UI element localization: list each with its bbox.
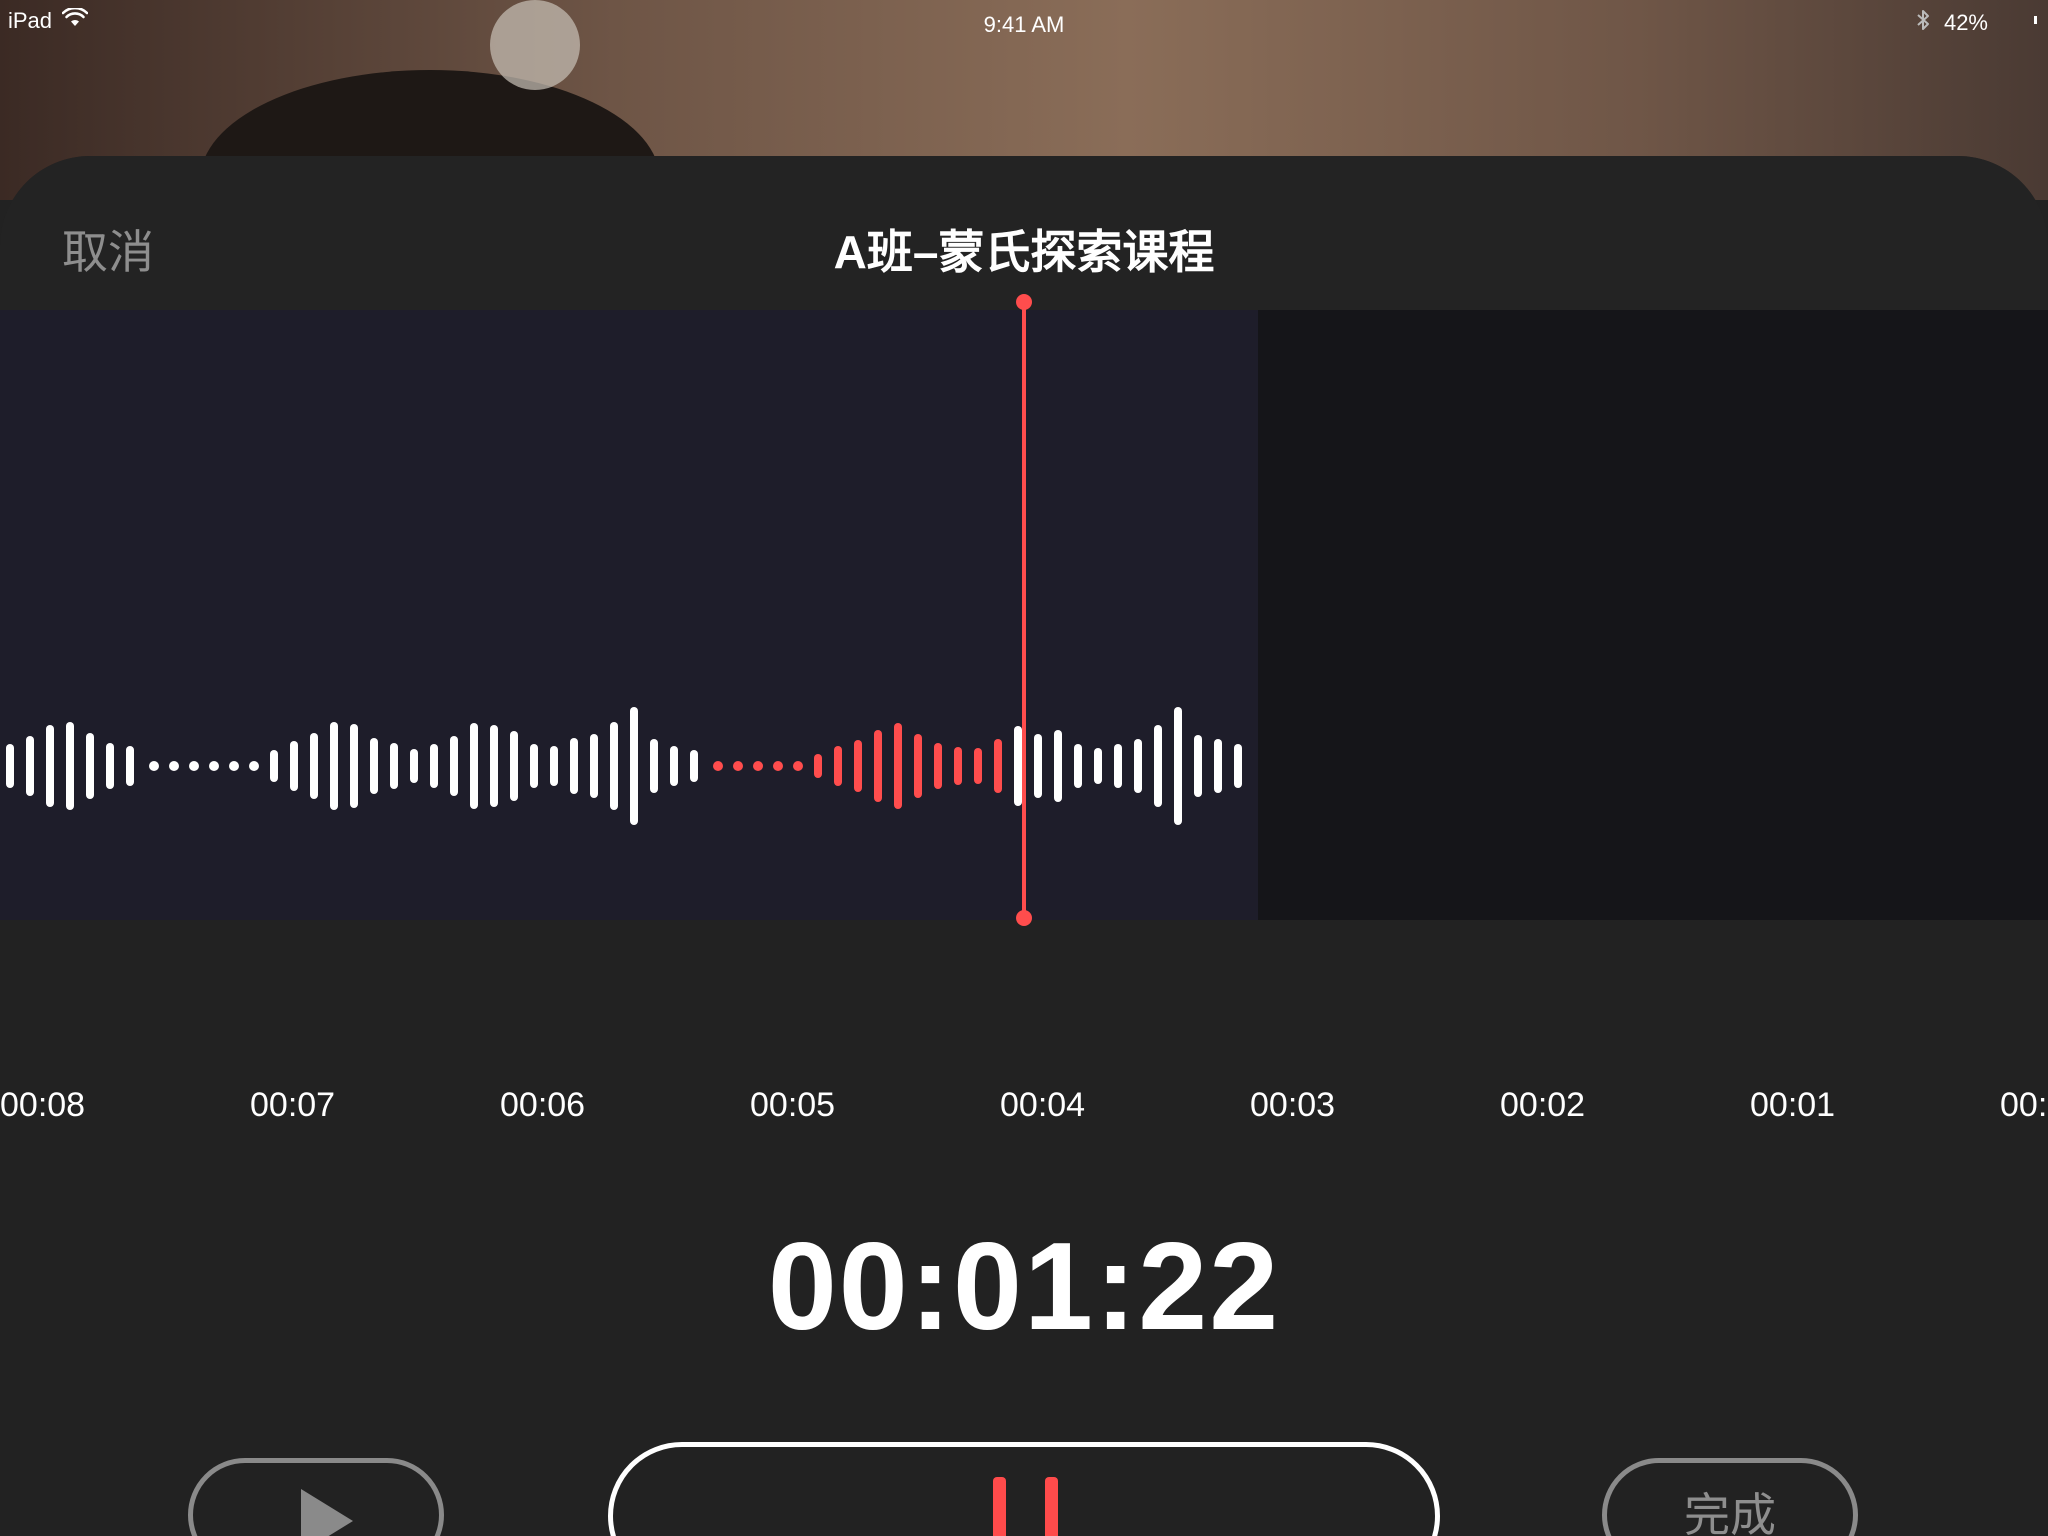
waveform-dot <box>209 761 219 771</box>
waveform-bar <box>490 725 498 807</box>
time-label: 00:02 <box>1500 1086 1586 1124</box>
waveform-bar <box>1234 744 1242 788</box>
waveform-bar <box>510 731 518 801</box>
waveform-bar <box>650 739 658 793</box>
waveform-bar <box>106 743 114 789</box>
pause-button[interactable] <box>608 1442 1440 1536</box>
waveform-dot-selected <box>793 761 803 771</box>
status-bar: iPad 9:41 AM 42% <box>0 0 2048 42</box>
waveform-bar-selected <box>854 740 862 792</box>
waveform-bar <box>610 722 618 810</box>
waveform-bar-selected <box>814 754 822 778</box>
bluetooth-icon <box>1916 8 1930 38</box>
time-label: 00:03 <box>1250 1086 1336 1124</box>
time-label: 00:0 <box>2000 1086 2048 1124</box>
elapsed-timer: 00:01:22 <box>767 1218 1281 1356</box>
waveform-dot-selected <box>733 761 743 771</box>
waveform-bar <box>330 722 338 810</box>
waveform-bar-selected <box>934 743 942 789</box>
waveform-bar <box>46 725 54 807</box>
waveform-dot-selected <box>773 761 783 771</box>
waveform-bar <box>370 738 378 794</box>
waveform-bar-selected <box>914 734 922 798</box>
waveform-bar-selected <box>954 747 962 785</box>
waveform-bar <box>1194 735 1202 797</box>
waveform-bar <box>66 722 74 810</box>
play-button[interactable] <box>188 1458 444 1536</box>
playhead[interactable] <box>1016 294 1032 926</box>
waveform-bar <box>590 734 598 798</box>
waveform-bar <box>1074 744 1082 788</box>
playhead-bottom-handle[interactable] <box>1016 910 1032 926</box>
waveform-bar-selected <box>894 723 902 809</box>
waveform-bar <box>1154 725 1162 807</box>
recorder-screen: iPad 9:41 AM 42% 取消 A班–蒙氏探索课程 00:08 00:0… <box>0 0 2048 1536</box>
waveform-bar <box>270 750 278 782</box>
waveform-bar <box>1034 734 1042 798</box>
waveform-bar-selected <box>834 746 842 786</box>
recording-title: A班–蒙氏探索课程 <box>833 226 1215 278</box>
waveform-bar <box>470 723 478 809</box>
waveform-bar <box>530 744 538 788</box>
time-label: 00:08 <box>0 1086 86 1124</box>
waveform-bar <box>1014 726 1022 806</box>
waveform-dot <box>229 761 239 771</box>
waveform-bar <box>450 736 458 796</box>
time-label: 00:04 <box>1000 1086 1086 1124</box>
waveform-bar <box>1114 744 1122 788</box>
waveform-bar <box>1094 748 1102 784</box>
battery-icon <box>2034 8 2040 38</box>
waveform-dot-selected <box>753 761 763 771</box>
waveform-bar <box>670 746 678 786</box>
waveform-bar <box>390 743 398 789</box>
waveform-bar <box>6 744 14 788</box>
waveform-bar <box>410 749 418 783</box>
waveform-bar <box>86 733 94 799</box>
waveform-bar <box>570 738 578 794</box>
waveform-dot-selected <box>713 761 723 771</box>
time-label: 00:05 <box>750 1086 836 1124</box>
done-button[interactable]: 完成 <box>1602 1458 1858 1536</box>
waveform-bar <box>26 736 34 796</box>
time-label: 00:01 <box>1750 1086 1836 1124</box>
nav-bar: 取消 A班–蒙氏探索课程 <box>0 156 2048 310</box>
waveform-bar <box>630 707 638 825</box>
waveform-bar <box>1054 730 1062 802</box>
waveform-bar-selected <box>874 730 882 802</box>
waveform-dot <box>169 761 179 771</box>
waveform-dot <box>189 761 199 771</box>
waveform-bar <box>290 741 298 791</box>
waveform-bar <box>126 746 134 786</box>
waveform-bar-selected <box>974 748 982 784</box>
waveform-bar <box>310 733 318 799</box>
battery-percent: 42% <box>1943 10 1988 35</box>
waveform-bar <box>1134 739 1142 793</box>
time-label: 00:06 <box>500 1086 586 1124</box>
waveform-dot <box>149 761 159 771</box>
status-right: 42% <box>1916 8 1988 38</box>
waveform-bar <box>1214 739 1222 793</box>
waveform-bar <box>550 746 558 786</box>
status-time: 9:41 AM <box>983 12 1065 37</box>
recording-sheet: 取消 A班–蒙氏探索课程 00:08 00:07 00:06 00:05 00:… <box>0 156 2048 1536</box>
play-icon <box>301 1489 353 1536</box>
waveform-bar <box>690 750 698 782</box>
waveform-bar <box>430 744 438 788</box>
time-label: 00:07 <box>250 1086 336 1124</box>
waveform-bar-selected <box>994 739 1002 793</box>
waveform-bar <box>1174 707 1182 825</box>
waveform-bar <box>350 724 358 808</box>
waveform-dot <box>249 761 259 771</box>
playhead-top-handle[interactable] <box>1016 294 1032 310</box>
waveform <box>6 707 1242 825</box>
